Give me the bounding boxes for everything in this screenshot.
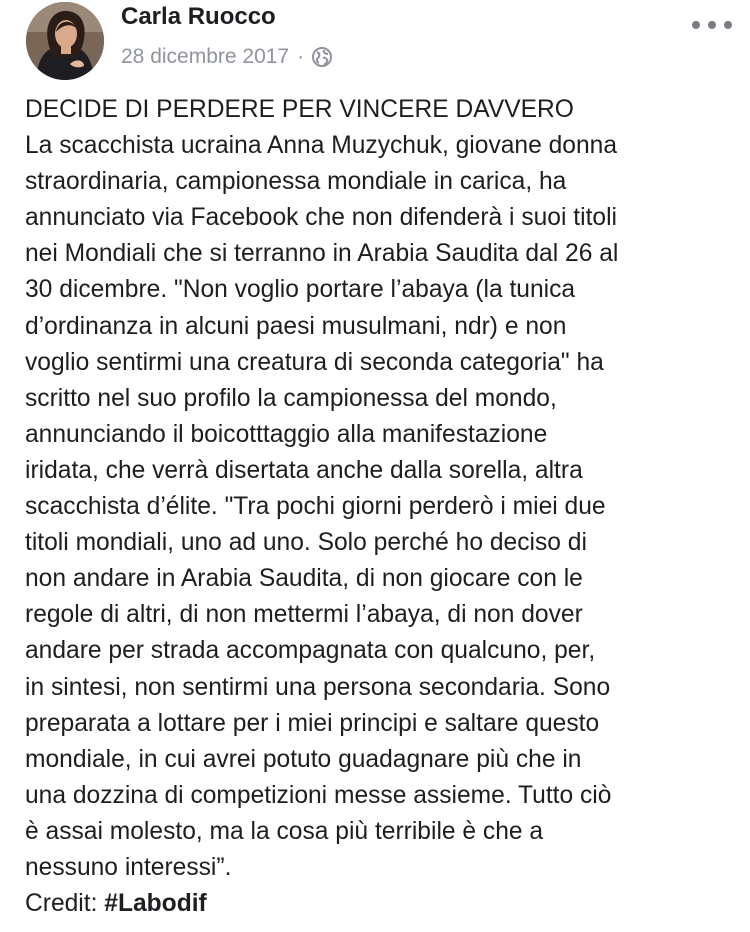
post-text-line: iridata, che verrà disertata anche dalla…: [25, 456, 583, 484]
post-date[interactable]: 28 dicembre 2017: [121, 45, 289, 69]
post-text-line: annunciando il boicotttaggio alla manife…: [25, 420, 548, 448]
post-text-line: preparata a lottare per i miei principi …: [25, 709, 600, 737]
post-text-line: scacchista d’élite. "Tra pochi giorni pe…: [25, 493, 606, 521]
avatar-photo: [26, 2, 104, 80]
more-dot: [724, 21, 732, 29]
avatar[interactable]: [26, 2, 104, 80]
credit-line: Credit: #Labodif: [25, 886, 741, 922]
post-headline: DECIDE DI PERDERE PER VINCERE DAVVERO: [25, 96, 574, 123]
hashtag-link[interactable]: #Labodif: [104, 890, 206, 917]
post-text-line: 30 dicembre. "Non voglio portare l’abaya…: [25, 276, 576, 304]
post-text-line: nessuno interessi”.: [25, 853, 232, 881]
author-name[interactable]: Carla Ruocco: [121, 3, 276, 31]
more-options-icon[interactable]: [692, 14, 732, 36]
post-text-line: mondiale, in cui avrei potuto guadagnare…: [25, 745, 582, 773]
post-text-line: una dozzina di competizioni messe assiem…: [25, 781, 612, 809]
post-text-line: regole di altri, di non mettermi l’abaya…: [25, 601, 583, 629]
post-text-line: titoli mondiali, uno ad uno. Solo perché…: [25, 529, 587, 557]
post-text-line: nei Mondiali che si terranno in Arabia S…: [25, 240, 619, 268]
post-text-line: d’ordinanza in alcuni paesi musulmani, n…: [25, 312, 567, 340]
facebook-post: Carla Ruocco 28 dicembre 2017 · DECIDE D…: [0, 0, 750, 932]
post-text-line: La scacchista ucraina Anna Muzychuk, gio…: [25, 132, 617, 160]
post-text-line: non andare in Arabia Saudita, di non gio…: [25, 565, 583, 593]
post-text-line: in sintesi, non sentirmi una persona sec…: [25, 673, 611, 701]
post-body: DECIDE DI PERDERE PER VINCERE DAVVERO La…: [25, 92, 741, 922]
post-text-line: annunciato via Facebook che non difender…: [25, 204, 618, 232]
post-meta: 28 dicembre 2017 ·: [121, 42, 333, 72]
post-text-line: straordinaria, campionessa mondiale in c…: [25, 168, 567, 196]
more-dot: [692, 21, 700, 29]
post-text-line: è assai molesto, ma la cosa più terribil…: [25, 817, 544, 845]
globe-icon[interactable]: [311, 46, 333, 68]
post-text-line: voglio sentirmi una creatura di seconda …: [25, 348, 604, 376]
post-text-line: scritto nel suo profilo la campionessa d…: [25, 384, 557, 412]
post-text-line: andare per strada accompagnata con qualc…: [25, 637, 596, 665]
credit-label: Credit:: [25, 890, 98, 918]
meta-separator: ·: [297, 45, 305, 68]
more-dot: [708, 21, 716, 29]
